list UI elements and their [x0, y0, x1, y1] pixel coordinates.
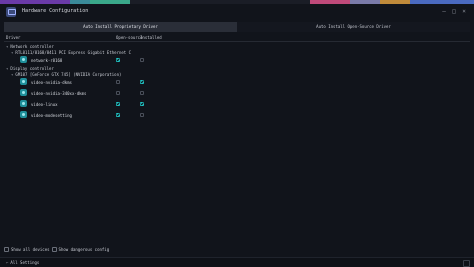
close-icon[interactable]: × — [460, 8, 468, 16]
driver-icon — [20, 111, 27, 118]
group-label: Display controller — [10, 66, 54, 71]
install-tabs: Auto Install Proprietary Driver Auto Ins… — [4, 22, 470, 32]
device-label: RTL8111/8168/8411 PCI Express Gigabit Et… — [15, 50, 132, 55]
open-source-checkbox[interactable] — [116, 80, 120, 84]
driver-icon — [20, 100, 27, 107]
open-source-checkbox[interactable] — [116, 113, 120, 117]
device-label: GM107 [GeForce GTX 745] (NVIDIA Corporat… — [15, 72, 122, 77]
title-bar: Hardware Configuration – □ × — [0, 4, 474, 20]
installed-checkbox[interactable] — [140, 80, 144, 84]
chevron-down-icon: ▾ — [6, 44, 9, 49]
driver-name: video-nvidia-340xx-dkms — [31, 91, 87, 96]
open-source-checkbox[interactable] — [116, 58, 120, 62]
installed-checkbox[interactable] — [140, 58, 144, 62]
chevron-down-icon: ▾ — [11, 72, 14, 77]
show-dangerous-config-checkbox[interactable] — [51, 247, 57, 252]
installed-checkbox[interactable] — [140, 91, 144, 95]
tab-auto-install-proprietary[interactable]: Auto Install Proprietary Driver — [4, 22, 237, 32]
maximize-icon[interactable]: □ — [450, 8, 458, 16]
tab-auto-install-open-source[interactable]: Auto Install Open-Source Driver — [237, 22, 470, 32]
window-title: Hardware Configuration — [22, 8, 89, 14]
all-settings-button[interactable]: ← All Settings — [6, 260, 39, 265]
minimize-icon[interactable]: – — [440, 8, 448, 16]
all-settings-label: All Settings — [10, 260, 40, 265]
driver-name: video-nvidia-dkms — [31, 80, 72, 85]
open-source-checkbox[interactable] — [116, 102, 120, 106]
show-all-devices-label: Show all devices — [11, 247, 50, 252]
chevron-down-icon: ▾ — [6, 66, 9, 71]
driver-name: network-r8168 — [31, 58, 63, 63]
device-display[interactable]: ▾ GM107 [GeForce GTX 745] (NVIDIA Corpora… — [11, 72, 121, 77]
monitor-icon — [6, 7, 16, 17]
installed-checkbox[interactable] — [140, 113, 144, 117]
driver-name: video-modesetting — [31, 113, 72, 118]
group-network-controller[interactable]: ▾ Network controller — [6, 44, 54, 49]
hardware-configuration-window: Hardware Configuration – □ × Auto Instal… — [0, 4, 474, 267]
driver-icon — [20, 56, 27, 63]
chevron-down-icon: ▾ — [11, 50, 14, 55]
column-header-installed: Installed — [140, 35, 162, 40]
group-display-controller[interactable]: ▾ Display controller — [6, 66, 54, 71]
group-label: Network controller — [10, 44, 54, 49]
back-arrow-icon: ← — [6, 260, 9, 265]
installed-checkbox[interactable] — [140, 102, 144, 106]
driver-icon — [20, 78, 27, 85]
show-dangerous-config-label: Show dangerous config — [58, 247, 110, 252]
driver-icon — [20, 89, 27, 96]
column-header-open-source: Open-source — [116, 35, 143, 40]
show-all-devices-checkbox[interactable] — [4, 247, 9, 252]
device-network[interactable]: ▾ RTL8111/8168/8411 PCI Express Gigabit E… — [11, 50, 131, 55]
header-divider — [4, 41, 470, 42]
view-options: Show all devices Show dangerous config — [4, 247, 109, 252]
driver-name: video-linux — [31, 102, 58, 107]
column-header-driver: Driver — [6, 35, 21, 40]
open-source-checkbox[interactable] — [116, 91, 120, 95]
